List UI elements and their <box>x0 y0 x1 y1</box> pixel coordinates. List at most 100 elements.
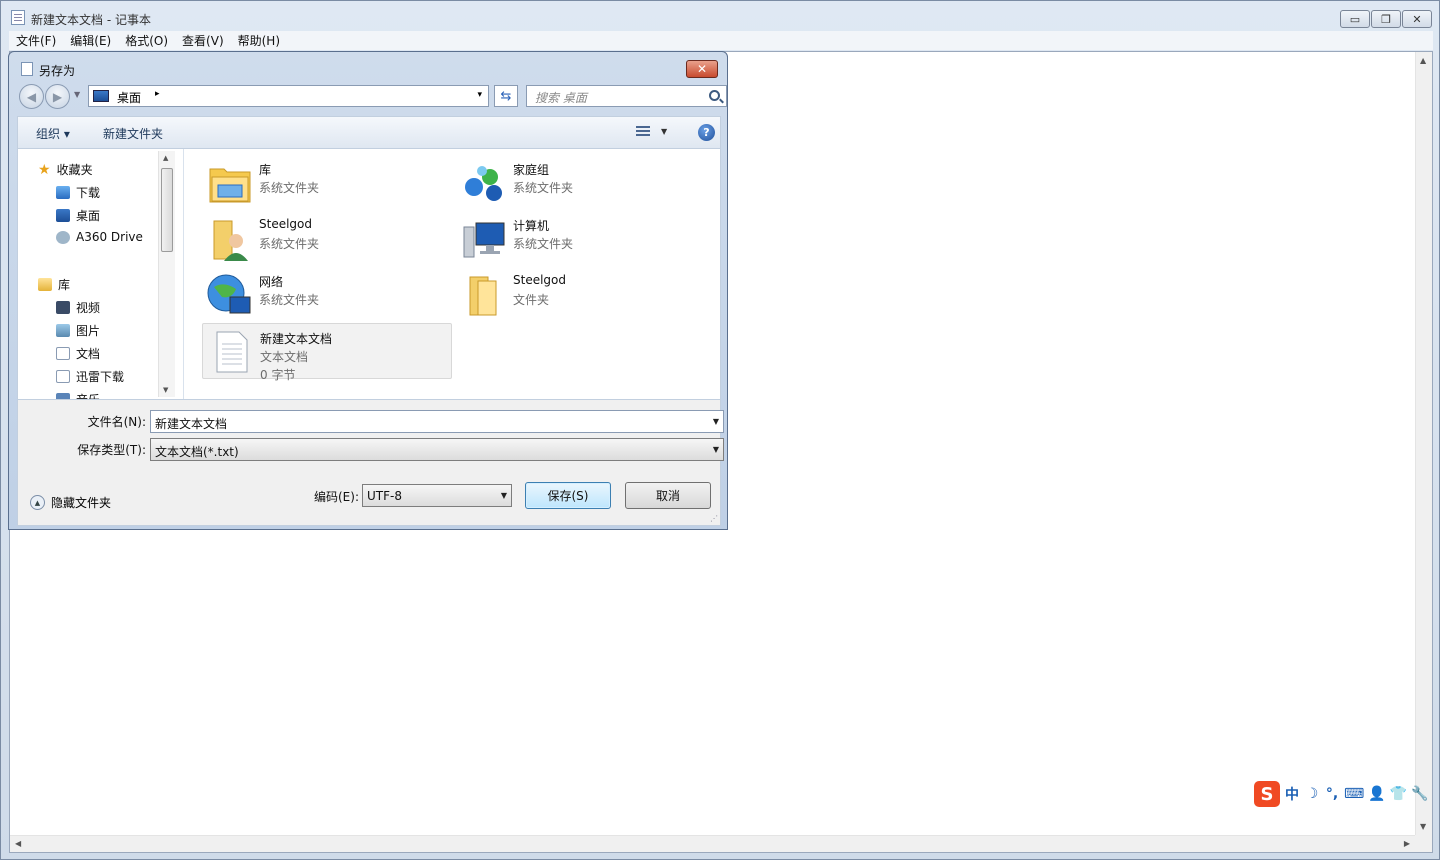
item-library[interactable]: 库 系统文件夹 <box>202 155 452 211</box>
ime-chinese-mode[interactable]: 中 <box>1284 784 1300 804</box>
wrench-icon[interactable]: 🔧 <box>1411 786 1428 802</box>
nav-libraries-label: 库 <box>58 278 71 292</box>
search-box[interactable]: 搜索 桌面 <box>526 85 727 107</box>
refresh-button[interactable]: ⇆ <box>494 85 518 107</box>
item-name: 计算机 <box>513 219 550 233</box>
filename-label: 文件名(N): <box>87 415 146 429</box>
nav-desktop[interactable]: 桌面 <box>56 207 100 224</box>
item-type: 文本文档 <box>260 350 309 364</box>
punctuation-icon[interactable]: °, <box>1324 786 1340 802</box>
moon-icon[interactable]: ☽ <box>1304 786 1320 802</box>
menu-edit[interactable]: 编辑(E) <box>63 32 118 49</box>
filename-value[interactable]: 新建文本文档 <box>155 415 227 432</box>
search-icon[interactable] <box>709 90 720 101</box>
nav-scroll-thumb[interactable] <box>161 168 173 252</box>
nav-scroll-up-icon[interactable]: ▲ <box>163 154 168 162</box>
nav-music[interactable]: 音乐 <box>56 391 100 399</box>
star-icon: ★ <box>38 161 51 178</box>
encoding-select[interactable]: UTF-8 ▼ <box>362 484 512 507</box>
item-type: 系统文件夹 <box>513 237 574 251</box>
nav-favorites-label: 收藏夹 <box>56 163 93 177</box>
nav-downloads[interactable]: 下载 <box>56 184 100 201</box>
collapse-chevron-icon: ▲ <box>30 495 45 510</box>
dialog-close-button[interactable]: ✕ <box>686 60 718 78</box>
hide-folders-toggle[interactable]: ▲ 隐藏文件夹 <box>30 494 111 511</box>
nav-music-label: 音乐 <box>76 391 100 399</box>
item-type: 文件夹 <box>513 293 550 307</box>
resize-grip-icon[interactable]: ⋰ <box>710 514 718 523</box>
item-network[interactable]: 网络 系统文件夹 <box>202 267 452 323</box>
text-file-icon <box>216 331 248 373</box>
nav-documents[interactable]: 文档 <box>56 345 100 362</box>
computer-icon <box>463 222 505 258</box>
scroll-left-icon[interactable]: ◀ <box>15 839 21 848</box>
nav-videos-label: 视频 <box>76 301 101 315</box>
nav-a360-drive[interactable]: A360 Drive <box>56 230 143 244</box>
dialog-bottom-panel: 文件名(N): 新建文本文档 ▼ 保存类型(T): 文本文档(*.txt) ▼ … <box>17 400 724 526</box>
filetype-value: 文本文档(*.txt) <box>155 445 239 459</box>
recent-pages-dropdown-icon[interactable]: ▼ <box>74 90 80 99</box>
filename-dropdown-icon[interactable]: ▼ <box>713 417 719 426</box>
item-type: 系统文件夹 <box>259 181 320 195</box>
nav-pictures[interactable]: 图片 <box>56 322 100 339</box>
new-folder-button[interactable]: 新建文件夹 <box>103 125 163 142</box>
filetype-dropdown-icon[interactable]: ▼ <box>713 445 719 454</box>
item-text-file[interactable]: 新建文本文档 文本文档 0 字节 <box>202 323 452 382</box>
nav-thunder-label: 迅雷下载 <box>76 370 125 384</box>
library-icon <box>38 278 52 291</box>
dialog-toolbar: 组织 ▾ 新建文件夹 ▼ ? <box>17 116 721 148</box>
filetype-select[interactable]: 文本文档(*.txt) ▼ <box>150 438 724 461</box>
nav-videos[interactable]: 视频 <box>56 299 100 316</box>
desktop-icon <box>93 90 109 102</box>
cancel-button[interactable]: 取消 <box>625 482 711 509</box>
item-user-folder[interactable]: Steelgod 系统文件夹 <box>202 211 452 267</box>
nav-scroll-down-icon[interactable]: ▼ <box>163 386 168 394</box>
vertical-scrollbar[interactable]: ▲ ▼ <box>1415 52 1432 835</box>
menu-file[interactable]: 文件(F) <box>9 32 63 49</box>
item-computer[interactable]: 计算机 系统文件夹 <box>456 211 706 267</box>
encoding-value: UTF-8 <box>367 489 402 503</box>
forward-button[interactable]: ▶ <box>45 84 70 109</box>
nav-documents-label: 文档 <box>76 347 101 361</box>
navigation-row: ◀ ▶ ▼ 桌面 ▸ ▾ ⇆ 搜索 桌面 <box>17 83 727 109</box>
skin-icon[interactable]: 👕 <box>1390 786 1407 802</box>
view-options-icon[interactable] <box>636 126 650 138</box>
menu-help[interactable]: 帮助(H) <box>231 32 287 49</box>
scroll-down-icon[interactable]: ▼ <box>1420 822 1426 831</box>
save-button[interactable]: 保存(S) <box>525 482 611 509</box>
nav-favorites[interactable]: ★ 收藏夹 <box>38 161 93 178</box>
close-button[interactable]: ✕ <box>1402 10 1432 28</box>
menu-bar: 文件(F) 编辑(E) 格式(O) 查看(V) 帮助(H) <box>9 31 1433 50</box>
menu-format[interactable]: 格式(O) <box>118 32 175 49</box>
item-folder[interactable]: Steelgod 文件夹 <box>456 267 706 323</box>
item-homegroup[interactable]: 家庭组 系统文件夹 <box>456 155 706 211</box>
restore-button[interactable]: ❐ <box>1371 10 1401 28</box>
nav-thunder-downloads[interactable]: 迅雷下载 <box>56 368 124 385</box>
user-icon[interactable]: 👤 <box>1368 786 1385 802</box>
minimize-button[interactable]: ▭ <box>1340 10 1370 28</box>
nav-scrollbar[interactable]: ▲ ▼ <box>158 151 175 397</box>
keyboard-icon[interactable]: ⌨ <box>1344 786 1364 802</box>
address-bar[interactable]: 桌面 ▸ ▾ <box>88 85 489 107</box>
scroll-up-icon[interactable]: ▲ <box>1420 56 1426 65</box>
filename-input[interactable]: 新建文本文档 ▼ <box>150 410 724 433</box>
menu-view[interactable]: 查看(V) <box>175 32 231 49</box>
sogou-logo-icon[interactable]: S <box>1254 781 1280 807</box>
encoding-dropdown-icon[interactable]: ▼ <box>501 491 507 500</box>
scroll-right-icon[interactable]: ▶ <box>1404 839 1410 848</box>
file-list: 库 系统文件夹 家庭组 系统文件夹 Steelgod 系统文件夹 计算机 系统文… <box>184 149 720 399</box>
breadcrumb-chevron-icon[interactable]: ▸ <box>155 89 160 99</box>
item-type: 系统文件夹 <box>259 237 320 251</box>
nav-libraries[interactable]: 库 <box>38 276 70 293</box>
help-icon[interactable]: ? <box>698 124 715 141</box>
nav-pictures-label: 图片 <box>76 324 101 338</box>
address-location[interactable]: 桌面 <box>117 89 141 106</box>
view-dropdown-icon[interactable]: ▼ <box>661 127 667 136</box>
title-bar[interactable]: 新建文本文档 - 记事本 ▭ ❐ ✕ <box>1 1 1439 31</box>
back-button[interactable]: ◀ <box>19 84 44 109</box>
horizontal-scrollbar[interactable]: ◀ ▶ <box>10 835 1415 852</box>
downloads-icon <box>56 186 70 199</box>
music-icon <box>56 393 70 399</box>
organize-button[interactable]: 组织 ▾ <box>36 125 70 142</box>
address-dropdown-icon[interactable]: ▾ <box>477 90 482 100</box>
